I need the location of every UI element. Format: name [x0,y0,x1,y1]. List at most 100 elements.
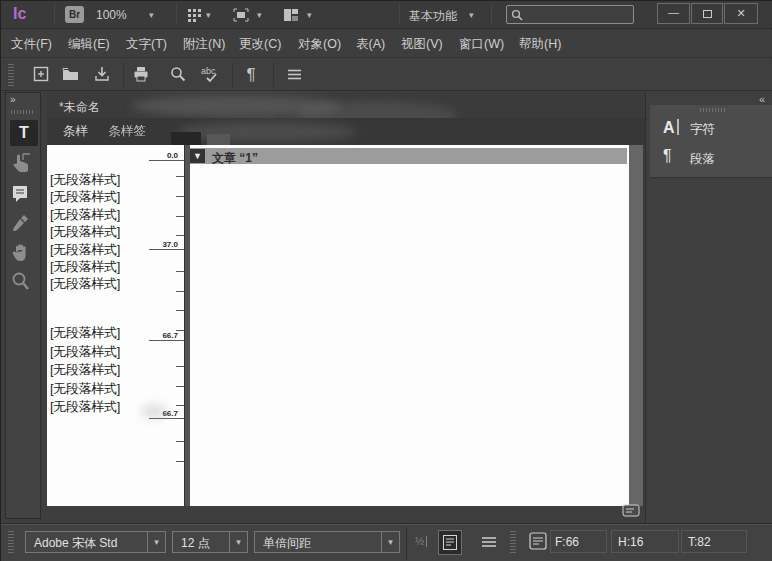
tools-grip[interactable] [11,110,35,114]
save-icon[interactable] [93,65,113,85]
dock-grip[interactable] [700,108,726,112]
bridge-button[interactable]: Br [65,6,84,23]
paragraph-style-row[interactable]: [无段落样式] [50,223,120,241]
galley-view-toggle[interactable] [438,530,462,555]
font-size-select[interactable]: 12 点 ▾ [172,531,248,553]
line-spacing-icon[interactable]: ½ [415,535,427,547]
paragraph-style-row[interactable]: [无段落样式] [50,324,120,342]
copyfit-lines-field: F:66 [550,530,607,553]
tools-panel: » T [5,92,41,519]
chevron-down-icon[interactable]: ▾ [149,10,154,20]
menu-item-6[interactable]: 对象(O) [298,30,341,58]
incopy-logo: Ic [13,5,26,23]
story-header-bar[interactable]: ▼ 文章 “1” [190,148,627,164]
ruler-label: 0.0 [147,151,178,160]
statusbar-menu-icon[interactable] [480,534,498,550]
font-family-select[interactable]: Adobe 宋体 Std ▾ [25,531,166,553]
paragraph-icon[interactable]: ¶ [663,147,672,165]
character-panel-label[interactable]: 字符 [690,121,715,138]
menu-item-3[interactable]: 文字(T) [126,30,167,58]
tab-stub [171,132,201,145]
minimize-button[interactable]: — [657,3,690,24]
print-icon[interactable] [132,65,152,85]
new-document-icon[interactable] [32,65,52,85]
toolbar: abc ¶ [1,59,772,91]
story-title: 文章 “1” [212,150,258,167]
menu-item-9[interactable]: 窗口(W) [459,30,504,58]
character-icon: A [662,117,684,137]
workspace-switcher[interactable]: 基本功能 [409,8,457,25]
titlebar: Ic Br 100% ▾ ▾ ▾ ▾ 基本功能 ▾ — ✕ [1,1,772,29]
statusbar-grip[interactable] [8,531,14,555]
overset-indicator-icon[interactable] [622,504,640,517]
toolbar-grip[interactable] [8,64,14,86]
copyfit-info-icon[interactable] [529,532,547,550]
chevron-down-icon: ▾ [147,532,165,552]
document-tab-bar: *未命名 [47,93,645,118]
paragraph-style-row[interactable]: [无段落样式] [50,398,120,416]
menu-item-2[interactable]: 编辑(E) [68,30,110,58]
paragraph-style-row[interactable]: [无段落样式] [50,188,120,206]
story-editor: ▼ 文章 “1” [190,145,629,506]
search-input[interactable] [506,5,634,24]
leading-select[interactable]: 单倍间距 ▾ [254,531,400,553]
paragraph-style-row[interactable]: [无段落样式] [50,241,120,259]
menu-item-4[interactable]: 附注(N) [183,30,225,58]
spellcheck-icon[interactable]: abc [200,65,220,85]
view-options-icon[interactable] [187,8,202,22]
tab-galley[interactable]: 条样 [63,118,88,145]
chevron-down-icon[interactable]: ▾ [307,10,312,20]
eyedropper-tool[interactable] [10,212,38,238]
hand-tool[interactable] [10,241,38,267]
zoom-level-select[interactable]: 100% [96,8,127,22]
screen-mode-icon[interactable] [233,8,249,22]
dock-panel: A 字符 ¶ 段落 [650,105,772,178]
type-tool[interactable]: T [10,120,38,146]
collapse-story-icon[interactable]: ▼ [190,149,205,163]
document-tab[interactable]: *未命名 [59,99,100,116]
note-tool[interactable] [10,182,38,208]
collapse-dock-icon[interactable]: « [759,93,763,105]
paragraph-style-row[interactable]: [无段落样式] [50,380,120,398]
menu-item-8[interactable]: 视图(V) [401,30,443,58]
toolbar-menu-icon[interactable] [286,65,306,85]
paragraph-panel-label[interactable]: 段落 [690,151,715,168]
show-hidden-characters-icon[interactable]: ¶ [241,65,261,85]
zoom-tool[interactable] [10,270,38,296]
tab-story[interactable]: 条样签 [108,118,146,145]
chevron-down-icon[interactable]: ▾ [469,10,474,20]
chevron-down-icon: ▾ [381,532,399,552]
maximize-button[interactable] [691,3,723,24]
expand-panel-icon[interactable]: » [10,94,15,105]
close-button[interactable]: ✕ [724,3,758,24]
menu-item-10[interactable]: 帮助(H) [519,30,561,58]
copyfit-words-field: T:82 [681,530,747,553]
svg-text:abc: abc [201,66,216,76]
menu-item-5[interactable]: 更改(C) [239,30,281,58]
chevron-down-icon[interactable]: ▾ [206,10,211,20]
paragraph-styles-column: [无段落样式][无段落样式][无段落样式][无段落样式][无段落样式][无段落样… [47,145,184,506]
chevron-down-icon[interactable]: ▾ [257,10,262,20]
paragraph-style-row[interactable]: [无段落样式] [50,343,120,361]
menu-item-7[interactable]: 表(A) [356,30,385,58]
statusbar-grip2[interactable] [510,531,516,555]
ruler-label: 66.7 [147,331,178,340]
menu-item-1[interactable]: 文件(F) [11,30,52,58]
view-tab-bar: 条样 条样签 [47,118,645,145]
paragraph-style-row[interactable]: [无段落样式] [50,206,120,224]
open-folder-icon[interactable] [61,65,81,85]
svg-text:A: A [663,119,675,136]
copyfit-depth-field: H:16 [611,530,679,553]
paragraph-style-row[interactable]: [无段落样式] [50,275,120,293]
paragraph-style-row[interactable]: [无段落样式] [50,361,120,379]
search-icon [511,9,523,21]
position-tool[interactable] [10,151,38,177]
character-panel-button[interactable]: A [662,117,684,137]
find-icon[interactable] [169,65,189,85]
ruler-label: 37.0 [147,240,178,249]
paragraph-style-row[interactable]: [无段落样式] [50,171,120,189]
vertical-scrollbar[interactable] [629,145,644,506]
panel-dock: « A 字符 ¶ 段落 [645,91,772,523]
workspace-layout-icon[interactable] [283,8,299,22]
paragraph-style-row[interactable]: [无段落样式] [50,258,120,276]
